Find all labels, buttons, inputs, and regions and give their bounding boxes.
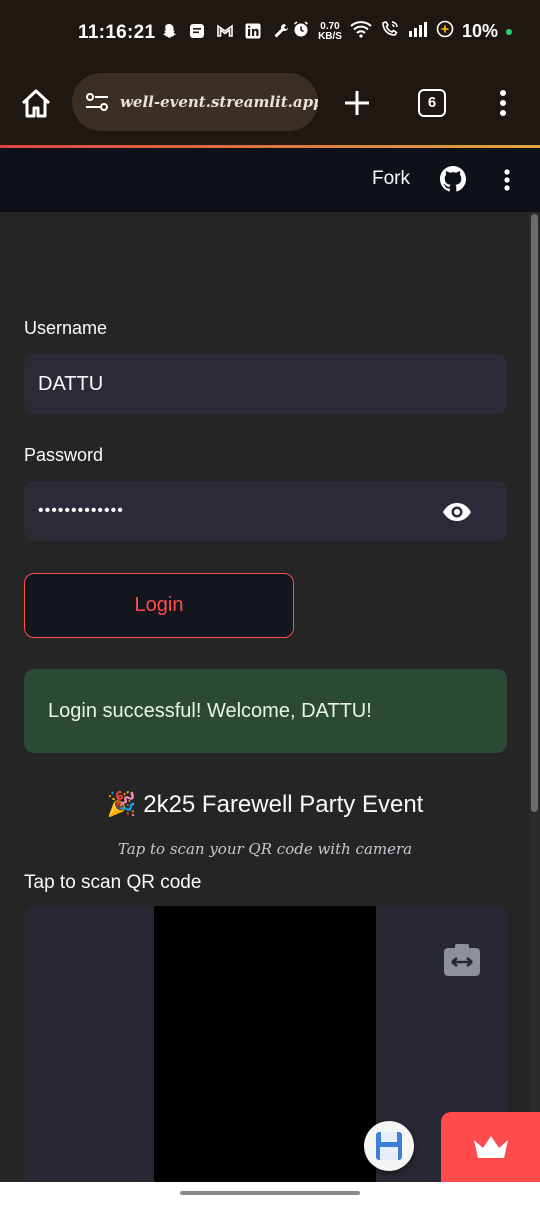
signal-icon [408, 21, 428, 42]
success-message: Login successful! Welcome, DATTU! [48, 699, 372, 722]
alarm-icon [292, 20, 310, 43]
password-label: Password [24, 445, 104, 465]
password-input[interactable] [24, 481, 507, 541]
wifi-call-icon [380, 20, 400, 43]
note-icon [188, 22, 206, 40]
net-speed: 0.70 KB/S [318, 21, 342, 42]
wifi-icon [350, 20, 372, 43]
browser-menu-icon[interactable] [492, 88, 514, 118]
show-password-icon[interactable] [440, 495, 474, 529]
username-label: Username [24, 318, 108, 338]
new-tab-icon[interactable] [340, 86, 374, 120]
gesture-handle[interactable] [180, 1191, 360, 1195]
status-time: 11:16:21 [78, 22, 156, 43]
address-bar[interactable]: well-event.streamlit.app [72, 73, 318, 131]
tab-switcher-button[interactable]: 6 [418, 89, 446, 117]
party-popper-icon: 🎉 [106, 791, 137, 818]
save-icon[interactable] [364, 1121, 414, 1171]
net-speed-unit: KB/S [318, 30, 342, 42]
event-subtitle: Tap to scan your QR code with camera [117, 840, 413, 858]
scrollbar[interactable] [529, 212, 540, 1182]
url-text[interactable]: well-event.streamlit.app [120, 93, 318, 111]
app-header: Fork [0, 148, 540, 212]
notification-icons [160, 22, 290, 40]
site-settings-icon[interactable] [84, 89, 110, 115]
browser-toolbar: well-event.streamlit.app 6 [0, 68, 540, 146]
streamlit-badge[interactable] [441, 1112, 540, 1182]
status-right: 0.70 KB/S 10% [292, 20, 512, 43]
status-bar: 11:16:21 0.70 KB/S 10% [0, 0, 540, 68]
privacy-dot [506, 28, 512, 35]
github-icon[interactable] [440, 166, 466, 192]
scan-label: Tap to scan QR code [24, 872, 202, 893]
home-icon[interactable] [18, 86, 54, 122]
battery-saver-icon [436, 20, 454, 43]
event-title: 🎉 2k25 Farewell Party Event [0, 790, 530, 819]
system-nav-bar [0, 1182, 540, 1206]
linkedin-icon [244, 22, 262, 40]
username-input[interactable] [24, 354, 507, 414]
battery-percent: 10% [461, 21, 498, 41]
event-title-text: 2k25 Farewell Party Event [143, 791, 424, 818]
scrollbar-thumb[interactable] [531, 214, 538, 812]
camera-input[interactable] [24, 906, 507, 1182]
wrench-icon [272, 22, 290, 40]
switch-camera-icon[interactable] [442, 942, 482, 978]
camera-feed[interactable] [154, 906, 376, 1182]
fork-button[interactable]: Fork [372, 168, 410, 190]
login-button[interactable]: Login [24, 573, 294, 638]
app-menu-icon[interactable] [497, 166, 517, 194]
gmail-icon [216, 22, 234, 40]
crown-icon [471, 1132, 511, 1162]
snapchat-icon [160, 22, 178, 40]
success-alert: Login successful! Welcome, DATTU! [24, 669, 507, 753]
